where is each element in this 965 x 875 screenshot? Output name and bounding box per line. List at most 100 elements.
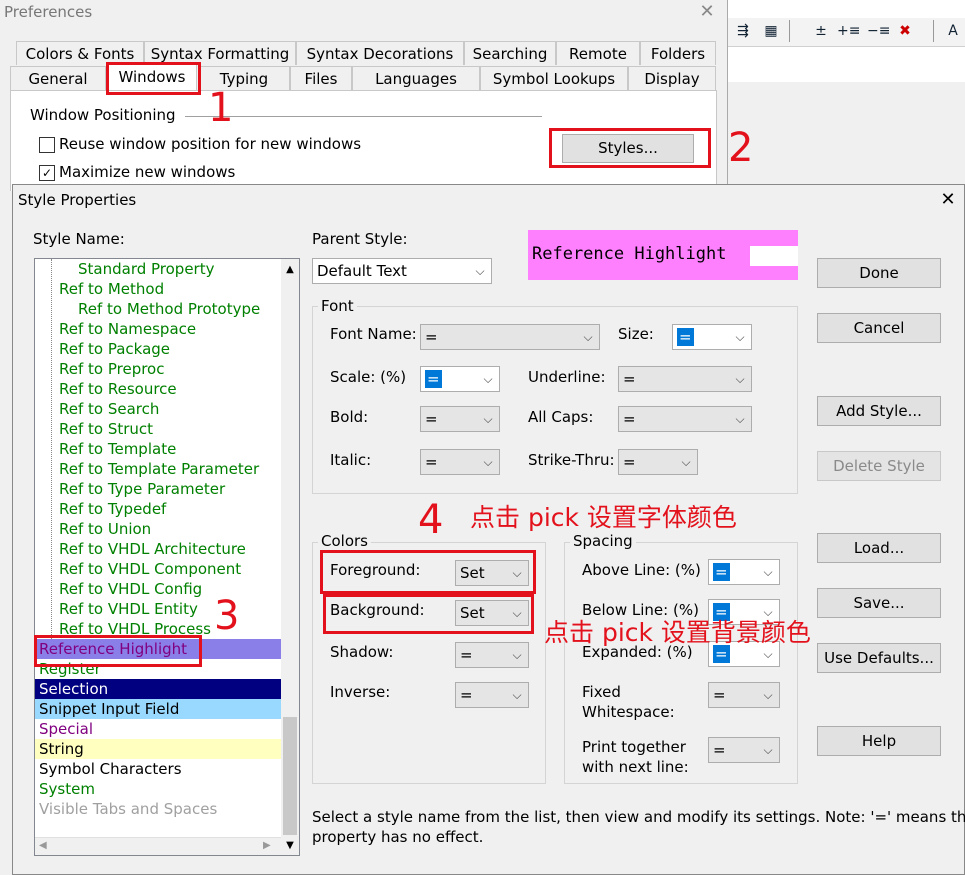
reuse-position-checkbox[interactable] (39, 137, 55, 153)
italic-select[interactable]: = ⌵ (420, 449, 500, 475)
font-group-title: Font (318, 297, 357, 315)
style-list-item[interactable]: Ref to Struct (35, 419, 281, 439)
tab-general[interactable]: General (10, 66, 106, 90)
preferences-title: Preferences (4, 3, 93, 21)
style-name-list[interactable]: Standard Property Ref to Method Ref to Met… (34, 258, 300, 856)
close-icon[interactable]: ✕ (697, 2, 717, 22)
scroll-down-icon[interactable]: ▼ (283, 837, 297, 855)
fixed-whitespace-select[interactable]: = ⌵ (708, 682, 780, 708)
chevron-down-icon: ⌵ (483, 372, 493, 386)
style-list-item[interactable]: Ref to Namespace (35, 319, 281, 339)
parent-style-select[interactable]: Default Text ⌵ (312, 258, 492, 284)
inverse-label: Inverse: (330, 683, 391, 701)
tab-display[interactable]: Display (628, 66, 716, 90)
toolbar-separator (933, 20, 934, 42)
above-line-value: = (713, 563, 730, 581)
add-line-icon[interactable]: +≡ (837, 21, 860, 41)
style-list-item[interactable]: Ref to VHDL Config (35, 579, 281, 599)
italic-label: Italic: (330, 451, 372, 469)
delete-style-button[interactable]: Delete Style (817, 451, 941, 481)
style-list-item[interactable]: Special (35, 719, 281, 739)
maximize-windows-checkbox[interactable]: ✓ (39, 165, 55, 181)
style-list-item[interactable]: Ref to Template (35, 439, 281, 459)
remove-line-icon[interactable]: −≡ (867, 21, 890, 41)
style-list-item[interactable]: Ref to Type Parameter (35, 479, 281, 499)
print-together-select[interactable]: = ⌵ (708, 737, 780, 763)
all-caps-value: = (623, 410, 636, 428)
style-list-item[interactable]: Ref to Resource (35, 379, 281, 399)
font-name-select[interactable]: = ⌵ (420, 324, 600, 350)
print-together-value: = (713, 741, 726, 759)
style-list-item[interactable]: Ref to Typedef (35, 499, 281, 519)
italic-value: = (425, 453, 438, 471)
tab-syntax-decorations[interactable]: Syntax Decorations (296, 41, 464, 65)
style-list-item[interactable]: Ref to Method Prototype (35, 299, 281, 319)
tab-languages[interactable]: Languages (352, 66, 480, 90)
bold-label: Bold: (330, 408, 369, 426)
font-name-value: = (425, 328, 438, 346)
underline-value: = (623, 370, 636, 388)
window-positioning-title: Window Positioning (30, 106, 176, 124)
style-list-item[interactable]: Visible Tabs and Spaces (35, 799, 281, 819)
tree-icon[interactable]: ▦ (761, 21, 781, 41)
delete-icon[interactable]: ✖ (895, 21, 915, 41)
insert-lines-icon[interactable]: ⇶ (733, 21, 753, 41)
tab-folders[interactable]: Folders (640, 41, 716, 65)
load-button[interactable]: Load... (817, 533, 941, 563)
style-list-item[interactable]: Snippet Input Field (35, 699, 281, 719)
add-style-button[interactable]: Add Style... (817, 396, 941, 426)
style-list-item[interactable]: Ref to VHDL Component (35, 559, 281, 579)
all-caps-label: All Caps: (528, 408, 594, 426)
shadow-label: Shadow: (330, 643, 394, 661)
strike-thru-select[interactable]: = ⌵ (618, 449, 698, 475)
style-list-item[interactable]: Ref to Union (35, 519, 281, 539)
annotation-box-background (323, 594, 534, 634)
tab-files[interactable]: Files (290, 66, 352, 90)
underline-select[interactable]: = ⌵ (618, 366, 752, 392)
scroll-thumb[interactable] (283, 717, 297, 835)
scroll-up-icon[interactable]: ▲ (283, 261, 297, 279)
fixed-whitespace-value: = (713, 686, 726, 704)
style-list-item[interactable]: Ref to Template Parameter (35, 459, 281, 479)
cancel-button[interactable]: Cancel (817, 313, 941, 343)
shadow-select[interactable]: = ⌵ (455, 642, 529, 668)
save-button[interactable]: Save... (817, 588, 941, 618)
style-list-item[interactable]: Ref to Preproc (35, 359, 281, 379)
text-icon[interactable]: A (943, 21, 963, 41)
done-button[interactable]: Done (817, 258, 941, 288)
scroll-right-icon[interactable]: ▶ (263, 838, 271, 854)
style-list-item[interactable]: Ref to Method (35, 279, 281, 299)
tab-remote[interactable]: Remote (556, 41, 640, 65)
plus-minus-icon[interactable]: ± (811, 21, 831, 41)
style-list-item[interactable]: Ref to VHDL Architecture (35, 539, 281, 559)
use-defaults-button[interactable]: Use Defaults... (817, 643, 941, 673)
style-list-item[interactable]: System (35, 779, 281, 799)
style-list-item[interactable]: Ref to Package (35, 339, 281, 359)
style-list-item[interactable]: String (35, 739, 281, 759)
style-name-label: Style Name: (33, 230, 125, 248)
annotation-box-reference-highlight (34, 635, 202, 667)
inverse-select[interactable]: = ⌵ (455, 682, 529, 708)
style-list-item[interactable]: Ref to VHDL Entity (35, 599, 281, 619)
horizontal-scrollbar[interactable] (35, 837, 281, 855)
scroll-left-icon[interactable]: ◀ (39, 838, 47, 854)
annotation-text-background: 点击 pick 设置背景颜色 (544, 618, 811, 647)
print-together-label-1: Print together (582, 738, 686, 756)
maximize-windows-label: Maximize new windows (59, 163, 236, 181)
tab-symbol-lookups[interactable]: Symbol Lookups (480, 66, 628, 90)
underline-label: Underline: (528, 368, 606, 386)
style-list-item[interactable]: Selection (35, 679, 281, 699)
above-line-select[interactable]: = ⌵ (708, 559, 780, 585)
bold-select[interactable]: = ⌵ (420, 406, 500, 432)
close-icon[interactable]: ✕ (938, 189, 958, 211)
all-caps-select[interactable]: = ⌵ (618, 406, 752, 432)
style-list-item[interactable]: Ref to Search (35, 399, 281, 419)
help-button[interactable]: Help (817, 726, 941, 756)
style-list-item[interactable]: Symbol Characters (35, 759, 281, 779)
tab-searching[interactable]: Searching (464, 41, 556, 65)
style-list-item[interactable]: Standard Property (35, 259, 281, 279)
parent-style-label: Parent Style: (312, 230, 408, 248)
scale-select[interactable]: = ⌵ (420, 366, 500, 392)
colors-group-title: Colors (318, 532, 371, 550)
size-select[interactable]: = ⌵ (672, 324, 752, 350)
